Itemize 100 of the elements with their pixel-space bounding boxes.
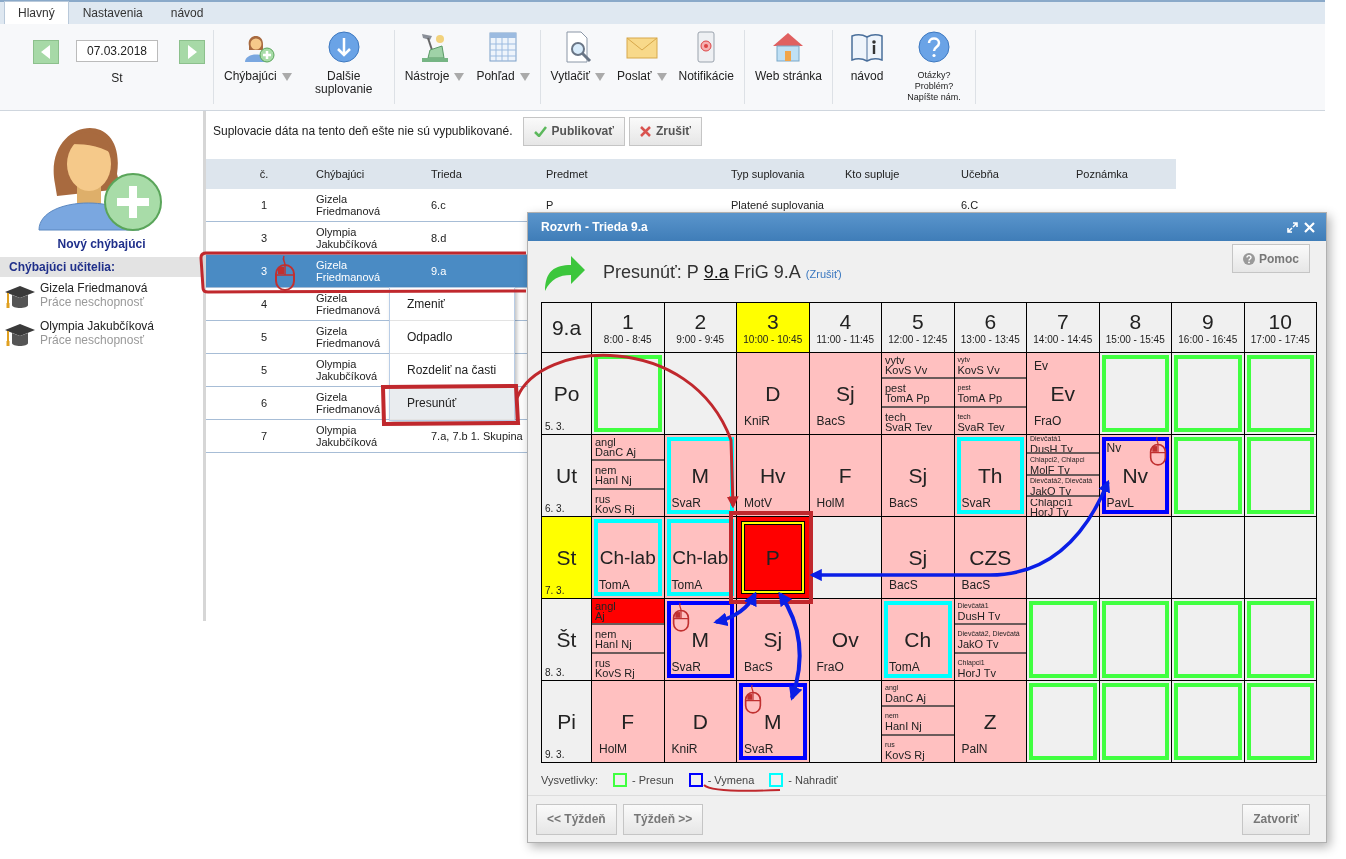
teacher-name[interactable]: Gizela Friedmanová <box>40 281 148 295</box>
legend-title: Vysvetlivky: <box>541 774 599 786</box>
timetable-cell[interactable] <box>1172 517 1244 598</box>
new-absence-button[interactable]: Nový chýbajúci <box>0 111 203 252</box>
cancel-link[interactable]: (Zrušiť) <box>805 268 842 280</box>
menu-item[interactable]: Odpadlo <box>390 321 514 354</box>
teacher-label: HorJ <box>1030 507 1054 516</box>
legend-label: - Nahradiť <box>788 774 838 786</box>
toolbar-button[interactable]: Nástroje <box>400 30 469 83</box>
timetable-cell[interactable] <box>1027 681 1099 762</box>
timetable-cell[interactable]: P <box>737 517 809 598</box>
timetable-cell[interactable]: vytv KovS Vv pest TomA Pp tech SvaR Tev <box>882 353 954 434</box>
expand-icon <box>1287 221 1298 233</box>
column-header: Učebňa <box>951 159 1066 189</box>
timetable-cell[interactable]: Ov FraO <box>809 599 881 680</box>
ribbon-tab[interactable]: návod <box>156 1 218 24</box>
teacher-label: KovS <box>885 749 912 760</box>
timetable-cell[interactable]: angl DanC Aj nem HanI Nj rus KovS Rj <box>592 435 664 516</box>
timetable-cell[interactable]: M SvaR <box>737 681 809 762</box>
timetable-cell[interactable] <box>592 353 664 434</box>
timetable-cell[interactable]: Z PalN <box>954 681 1026 762</box>
ribbon-tab[interactable]: Hlavný <box>4 1 69 24</box>
toolbar-button[interactable]: Poslať <box>613 30 671 83</box>
timetable-cell[interactable] <box>1172 353 1244 434</box>
timetable-cell[interactable]: M SvaR <box>664 599 736 680</box>
timetable-cell[interactable]: CZS BacS <box>954 517 1026 598</box>
toolbar-button[interactable]: Notifikácie <box>674 30 738 83</box>
timetable-cell[interactable] <box>1027 599 1099 680</box>
toolbar-button[interactable]: návod <box>839 30 896 83</box>
timetable-cell[interactable] <box>1099 353 1171 434</box>
next-day-button[interactable] <box>179 40 205 64</box>
day-name: Po <box>553 381 580 406</box>
teacher-label: BacS <box>744 660 773 674</box>
timetable-cell[interactable] <box>1172 435 1244 516</box>
period-number: 5 <box>911 310 924 334</box>
help-button[interactable]: Pomoc <box>1232 244 1310 273</box>
timetable-cell[interactable]: F HolM <box>809 435 881 516</box>
timetable-cell[interactable] <box>1244 353 1316 434</box>
period-time: 12:00 - 12:45 <box>888 334 948 345</box>
timetable-cell[interactable] <box>1244 517 1316 598</box>
group-lesson[interactable]: angl Aj <box>592 599 664 626</box>
toolbar-button[interactable]: Dalšie suplovanie <box>299 30 388 96</box>
timetable-cell[interactable]: M SvaR <box>664 435 736 516</box>
toolbar-button[interactable]: Web stránka <box>750 30 827 83</box>
menu-item[interactable]: Presunúť <box>390 387 514 420</box>
period-number: 4 <box>839 310 852 334</box>
period-time: 17:00 - 17:45 <box>1250 334 1310 345</box>
timetable-cell[interactable] <box>1099 681 1171 762</box>
week-button[interactable]: Týždeň >> <box>622 803 704 835</box>
timetable-cell[interactable] <box>1244 681 1316 762</box>
menu-item[interactable]: Rozdeliť na časti <box>390 354 514 387</box>
toolbar-button[interactable]: Pohľad <box>472 30 534 83</box>
date-field[interactable]: 07.03.2018 <box>76 40 158 62</box>
table-cell: 9.a <box>431 265 447 277</box>
timetable-cell[interactable] <box>1172 681 1244 762</box>
week-button[interactable]: << Týždeň <box>536 803 617 835</box>
class-link[interactable]: 9.a <box>703 262 729 283</box>
double-arrow <box>713 591 757 626</box>
maximize-button[interactable] <box>1284 221 1301 233</box>
timetable-cell[interactable] <box>1027 517 1099 598</box>
period-time: 10:00 - 10:45 <box>743 334 803 345</box>
timetable-cell[interactable] <box>1172 599 1244 680</box>
table-cell-text: Gizela Friedmanová <box>316 193 382 217</box>
subject-label: Pp <box>988 393 1003 404</box>
teacher-label: TomA <box>889 660 920 674</box>
timetable-cell[interactable]: Th SvaR <box>954 435 1026 516</box>
timetable-cell[interactable] <box>1099 517 1171 598</box>
timetable-cell[interactable]: Sj BacS <box>882 435 954 516</box>
close-button[interactable] <box>1301 221 1318 233</box>
timetable-cell[interactable]: F HolM <box>592 681 664 762</box>
dialog-title: Rozvrh - Trieda 9.a <box>541 220 649 234</box>
timetable-cell[interactable]: D KniR <box>737 353 809 434</box>
timetable-cell[interactable]: angl Aj nem HanI Nj rus KovS Rj <box>592 599 664 680</box>
cancel-button[interactable]: Zrušiť <box>629 116 703 146</box>
timetable-cell[interactable] <box>809 681 881 762</box>
group-lesson[interactable]: vytv KovS Vv <box>882 353 954 380</box>
timetable-cell[interactable] <box>1244 435 1316 516</box>
close-button[interactable]: Zatvoriť <box>1242 803 1310 835</box>
group-lesson[interactable]: pest TomA Pp <box>882 381 954 408</box>
timetable-cell[interactable]: D KniR <box>664 681 736 762</box>
timetable-cell[interactable]: Ch-lab TomA <box>592 517 664 598</box>
teacher-label: FraO <box>816 660 844 674</box>
publish-button[interactable]: Publikovať <box>522 116 625 146</box>
timetable-cell[interactable]: Sj BacS <box>882 517 954 598</box>
toolbar-button[interactable]: Chýbajúci <box>220 30 296 83</box>
timetable-cell[interactable] <box>1099 599 1171 680</box>
timetable-cell[interactable]: Ch TomA <box>882 599 954 680</box>
timetable-cell[interactable]: Sj BacS <box>809 353 881 434</box>
timetable-cell[interactable]: Nv Nv PavL <box>1099 435 1171 516</box>
teacher-name[interactable]: Olympia Jakubčíková <box>40 319 155 333</box>
timetable-cell[interactable] <box>1244 599 1316 680</box>
timetable-cell[interactable]: Hv MotV <box>737 435 809 516</box>
group-lesson[interactable]: angl DanC Aj <box>592 435 664 462</box>
ribbon-tab[interactable]: Nastavenia <box>68 1 157 24</box>
timetable-cell[interactable] <box>664 353 736 434</box>
timetable-cell[interactable]: Ch-lab TomA <box>664 517 736 598</box>
toolbar-button[interactable]: Otázky? Problém? Napíšte nám. <box>899 30 970 103</box>
timetable-cell[interactable]: Ev Ev FraO <box>1027 353 1099 434</box>
toolbar-button[interactable]: Vytlačiť <box>546 30 609 83</box>
previous-day-button[interactable] <box>33 40 59 64</box>
